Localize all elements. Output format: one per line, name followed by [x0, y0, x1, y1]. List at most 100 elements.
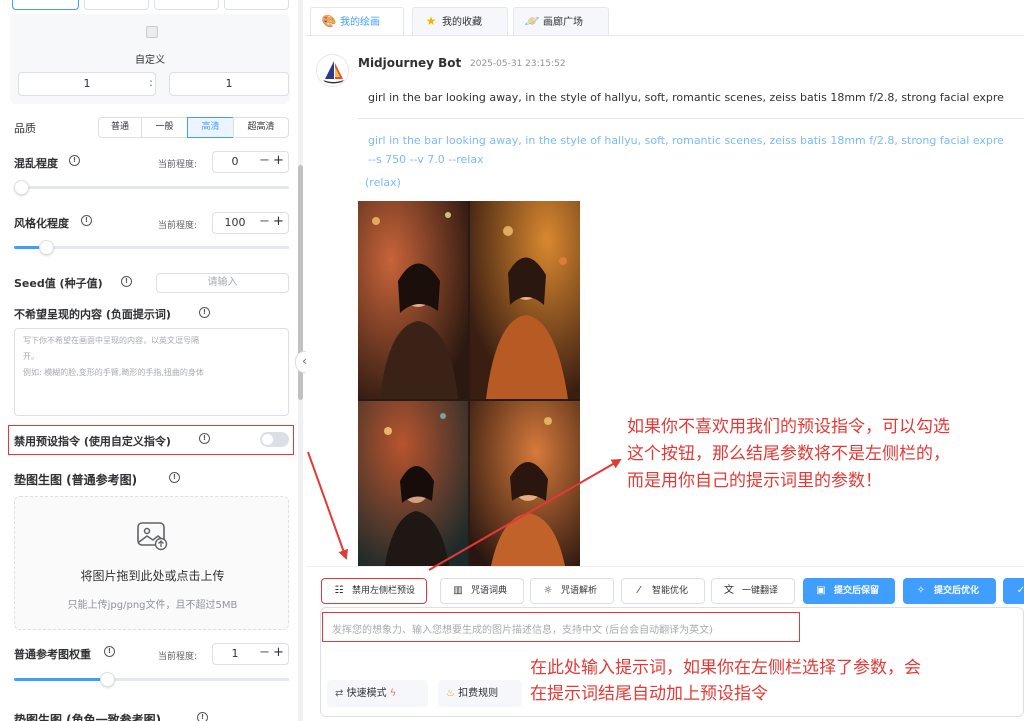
- quality-option-hd[interactable]: 高清: [187, 117, 234, 138]
- disable-preset-toggle[interactable]: [260, 432, 289, 447]
- submit-optimize-button[interactable]: ✧ 提交后优化: [903, 578, 996, 604]
- info-icon[interactable]: !: [69, 155, 80, 166]
- translate-button[interactable]: 文一键翻译: [711, 578, 795, 604]
- ratio-height-input[interactable]: 1: [169, 72, 289, 96]
- prompt-input-placeholder[interactable]: 发挥您的想象力、输入您想要生成的图片描述信息，支持中文 (后台会自动翻译为英文): [332, 621, 713, 636]
- sparkle-icon: ✧: [916, 585, 926, 596]
- aspect-option[interactable]: [84, 0, 149, 10]
- sailboat-icon: [323, 61, 344, 84]
- planet-icon: 🪐: [524, 14, 540, 28]
- star-icon: ★: [425, 14, 437, 28]
- upload-hint: 只能上传jpg/png文件，且不超过5MB: [67, 600, 238, 611]
- message-divider: [358, 118, 1024, 119]
- info-icon[interactable]: !: [169, 472, 180, 483]
- button-label: 咒语词典: [471, 586, 508, 596]
- ref-weight-label: 普通参考图权重: [14, 648, 91, 661]
- billing-rules-button[interactable]: ♨ 扣费规则: [438, 680, 522, 707]
- info-icon[interactable]: !: [197, 712, 208, 721]
- ref-weight-slider-handle[interactable]: [100, 672, 115, 687]
- plus-icon[interactable]: +: [273, 214, 284, 229]
- button-label: 一键翻译: [742, 586, 779, 596]
- stylize-stepper[interactable]: 100 − +: [212, 212, 289, 234]
- chaos-slider-handle[interactable]: [14, 180, 29, 195]
- aspect-option[interactable]: [224, 0, 289, 10]
- smart-optimize-button[interactable]: ⁄ 智能优化: [621, 578, 705, 604]
- ref-weight-stepper[interactable]: 1 − +: [212, 643, 289, 665]
- button-label: 提交后优化: [934, 586, 980, 596]
- ref-weight-value[interactable]: 1: [213, 647, 257, 660]
- bot-avatar: [316, 54, 349, 87]
- content-panel: 🎨 我的绘画 ★ 我的收藏 🪐 画廊广场 Midjourney Bot 2025-05…: [306, 0, 1024, 721]
- aspect-option[interactable]: [12, 0, 79, 10]
- annotation-line: 在此处输入提示词，如果你在左侧栏选择了参数，会: [530, 658, 921, 678]
- tab-label: 画廊广场: [543, 17, 583, 28]
- palette-icon: 🎨: [321, 14, 337, 28]
- ratio-width-input[interactable]: 1: [18, 72, 156, 96]
- button-label: 扣费规则: [458, 688, 499, 699]
- ref-weight-current-label: 当前程度:: [158, 652, 198, 662]
- minus-icon[interactable]: −: [259, 214, 270, 229]
- info-icon[interactable]: !: [104, 646, 115, 657]
- check-circle-icon: ✓: [1016, 585, 1024, 596]
- chaos-value[interactable]: 0: [213, 155, 257, 168]
- message-prompt: girl in the bar looking away, in the sty…: [368, 91, 1004, 104]
- ratio-separator: :: [149, 76, 153, 89]
- annotation-line: 如果你不喜欢用我们的预设指令，可以勾选: [627, 417, 950, 437]
- fast-mode-button[interactable]: ⇄ 快速模式 ϟ: [327, 680, 428, 707]
- generated-image-grid[interactable]: [358, 201, 580, 566]
- save-icon: ▣: [816, 585, 826, 596]
- ref-image-upload-area[interactable]: 将图片拖到此处或点击上传 只能上传jpg/png文件，且不超过5MB: [14, 496, 289, 630]
- tab-my-paintings[interactable]: 🎨 我的绘画: [310, 7, 404, 36]
- tab-my-favorites[interactable]: ★ 我的收藏: [412, 7, 508, 36]
- button-label: 咒语解析: [561, 586, 598, 596]
- plus-icon[interactable]: +: [273, 153, 284, 168]
- quality-label: 品质: [14, 122, 36, 135]
- stylize-label: 风格化程度: [14, 217, 69, 230]
- message-timestamp: 2025-05-31 23:15:52: [470, 59, 566, 69]
- stylize-value[interactable]: 100: [213, 216, 257, 229]
- quality-option-normal[interactable]: 普通: [98, 117, 142, 138]
- stylize-slider[interactable]: [14, 246, 289, 249]
- spell-dict-button[interactable]: ▥ 咒语词典: [440, 578, 524, 604]
- custom-ratio-checkbox[interactable]: [146, 26, 158, 38]
- ref-weight-slider[interactable]: [14, 678, 289, 681]
- minus-icon[interactable]: −: [259, 645, 270, 660]
- app-root: 自定义 1 : 1 品质 普通 一般 高清 超高清 混乱程度 ! 当前程度: 0…: [0, 0, 1024, 721]
- ref-weight-slider-fill: [14, 678, 105, 681]
- disable-left-preset-button[interactable]: ☷ 禁用左侧栏预设: [321, 578, 427, 604]
- info-icon[interactable]: !: [199, 433, 210, 444]
- disable-preset-label: 禁用预设指令 (使用自定义指令): [14, 435, 171, 448]
- button-label: 禁用左侧栏预设: [352, 586, 416, 596]
- button-label: 提交后保留: [834, 586, 880, 596]
- minus-icon[interactable]: −: [259, 153, 270, 168]
- negative-placeholder-line: 写下你不希望在画面中呈现的内容，以英文逗号隔: [23, 336, 199, 345]
- info-icon[interactable]: !: [81, 215, 92, 226]
- negative-prompt-textarea[interactable]: 写下你不希望在画面中呈现的内容，以英文逗号隔 开。 例如: 模糊的脸,变形的手臂…: [14, 328, 289, 416]
- plus-icon[interactable]: +: [273, 645, 284, 660]
- aspect-option[interactable]: [154, 0, 219, 10]
- spell-parse-button[interactable]: ☼ 咒语解析: [530, 578, 614, 604]
- chaos-slider[interactable]: [21, 186, 289, 189]
- stylize-slider-handle[interactable]: [39, 240, 54, 255]
- info-icon[interactable]: !: [121, 276, 132, 287]
- more-submit-button[interactable]: ✓: [1003, 578, 1024, 604]
- tab-label: 我的收藏: [442, 17, 482, 28]
- submit-keep-button[interactable]: ▣ 提交后保留: [803, 578, 895, 604]
- seed-input[interactable]: 请输入: [156, 273, 289, 293]
- book-icon: ▥: [453, 585, 463, 596]
- upload-title: 将图片拖到此处或点击上传: [80, 569, 225, 583]
- full-prompt-params[interactable]: --s 750 --v 7.0 --relax: [368, 153, 484, 166]
- full-prompt-line[interactable]: girl in the bar looking away, in the sty…: [368, 134, 1004, 147]
- button-label: 快速模式: [346, 688, 387, 699]
- magic-wand-icon: ⁄: [638, 585, 640, 596]
- chaos-stepper[interactable]: 0 − +: [212, 151, 289, 173]
- ref-image-label: 垫图生图 (普通参考图): [14, 473, 138, 487]
- tab-gallery[interactable]: 🪐 画廊广场: [513, 7, 609, 36]
- button-label: 智能优化: [652, 586, 689, 596]
- info-icon[interactable]: !: [199, 307, 210, 318]
- quality-option-fair[interactable]: 一般: [141, 117, 188, 138]
- stylize-current-label: 当前程度:: [158, 221, 198, 231]
- chaos-current-label: 当前程度:: [158, 160, 198, 170]
- quality-option-uhd[interactable]: 超高清: [233, 117, 289, 138]
- seed-label: Seed值 (种子值): [14, 277, 103, 290]
